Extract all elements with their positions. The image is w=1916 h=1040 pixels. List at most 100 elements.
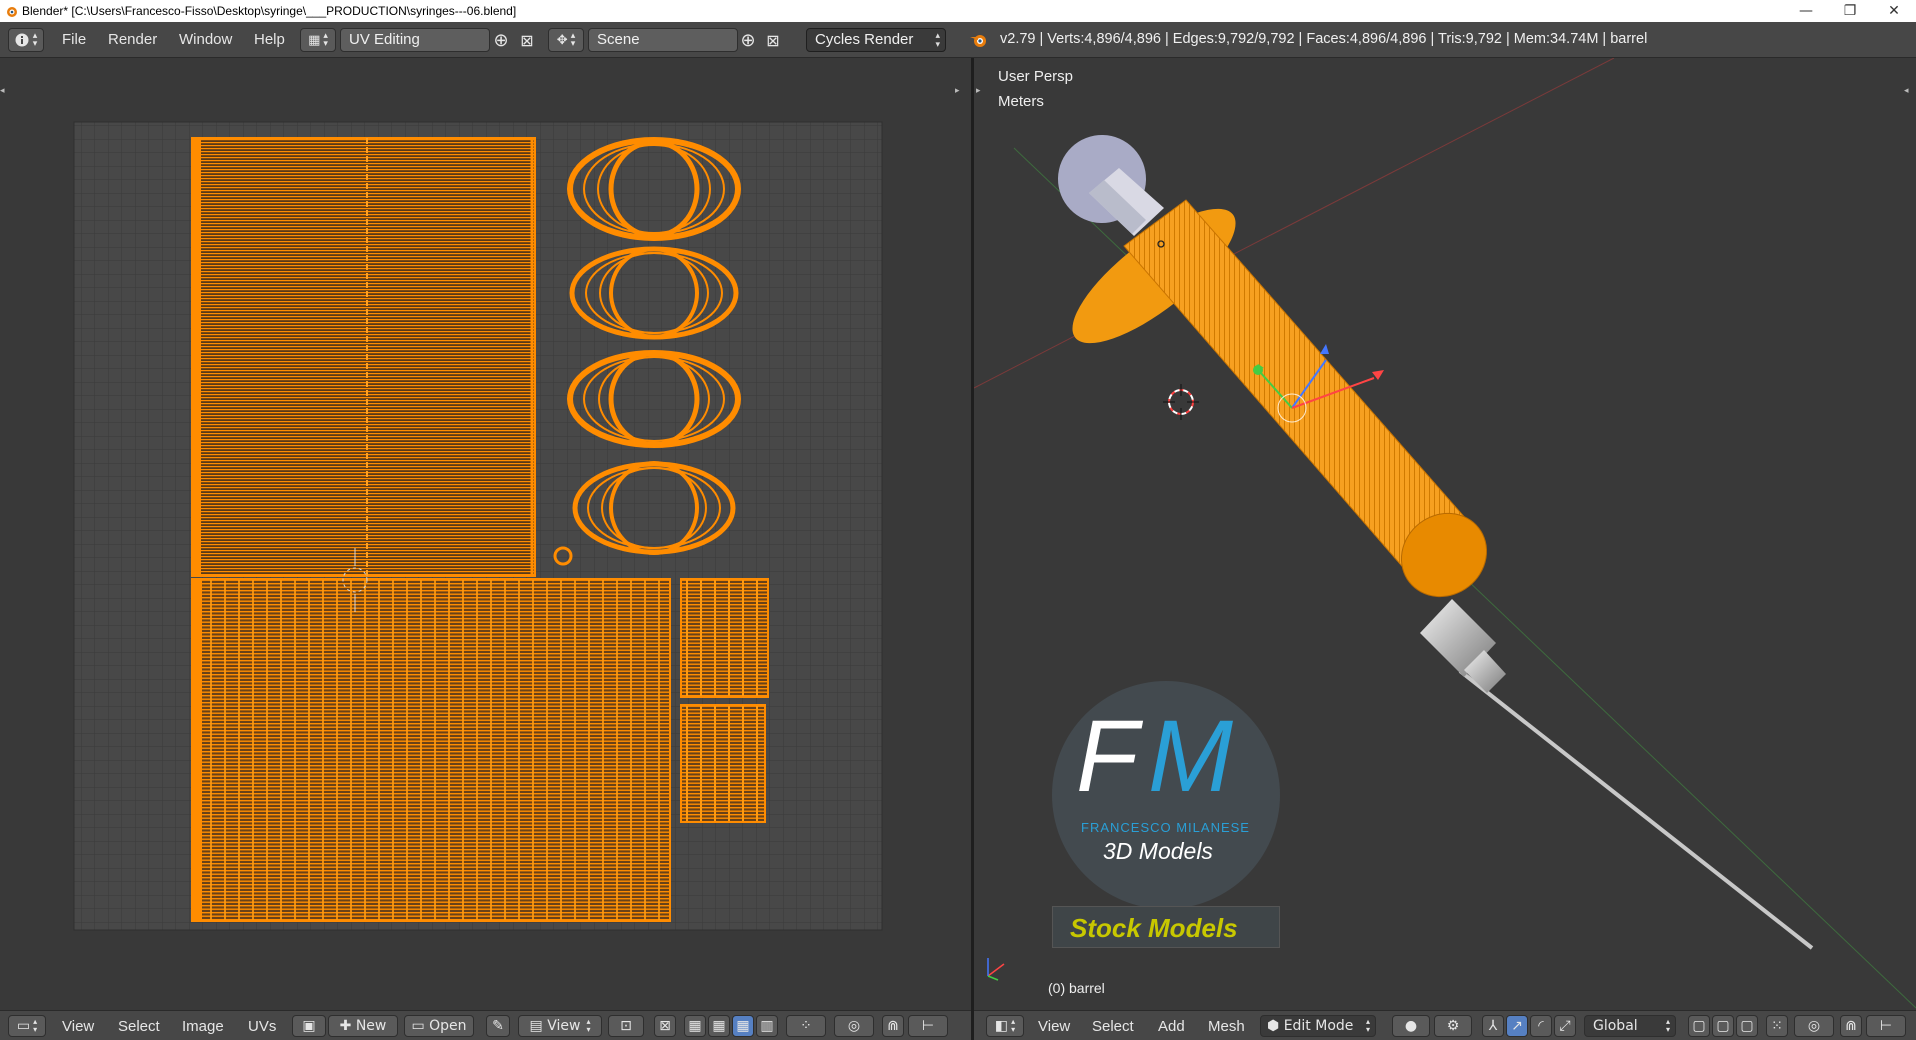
syringe-needle[interactable] <box>1420 599 1814 950</box>
menu-add[interactable]: Add <box>1158 1018 1185 1035</box>
select-island-button[interactable]: ▥ <box>756 1015 778 1037</box>
open-image-label: Open <box>429 1018 467 1034</box>
close-button[interactable]: ✕ <box>1872 0 1916 22</box>
watermark-initial-f: F <box>1076 699 1139 813</box>
menu-image[interactable]: Image <box>182 1018 224 1035</box>
image-icon: ▣ <box>302 1018 316 1034</box>
proportional-edit-dropdown[interactable]: ◎ <box>1794 1015 1834 1037</box>
syringe-plunger[interactable] <box>1051 128 1164 236</box>
uv-canvas[interactable] <box>0 58 971 1010</box>
watermark-name: FRANCESCO MILANESE <box>1081 820 1250 835</box>
3d-view-header: ◧ ▴ ▾ View Select Add Mesh ⬢ Edit Mode ▴ ▾ ●… <box>974 1010 1916 1040</box>
occlude-icon: ⁙ <box>1771 1018 1783 1034</box>
menu-file[interactable]: File <box>62 31 86 48</box>
edit-mode-icon: ⬢ <box>1267 1018 1280 1034</box>
edge-select-icon: ▢ <box>1716 1018 1730 1034</box>
snap-element-dropdown[interactable]: ⊢ <box>1866 1015 1906 1037</box>
select-edge-button[interactable]: ▢ <box>1712 1015 1734 1037</box>
folder-icon: ▭ <box>411 1018 425 1034</box>
snap-button[interactable]: ⋒ <box>882 1015 904 1037</box>
screen-layout-field[interactable]: UV Editing <box>340 28 490 52</box>
scale-icon: ⤢ <box>1559 1018 1571 1034</box>
magnet-icon: ⋒ <box>887 1018 899 1034</box>
menu-select[interactable]: Select <box>1092 1018 1134 1035</box>
new-image-button[interactable]: ✚ New <box>328 1015 398 1037</box>
uv-island-small-1[interactable] <box>680 578 769 698</box>
uv-island-small-2[interactable] <box>680 704 766 823</box>
sticky-selection-dropdown[interactable]: ⁘ <box>786 1015 826 1037</box>
menu-window[interactable]: Window <box>179 31 232 48</box>
menu-view[interactable]: View <box>1038 1018 1070 1035</box>
watermark-initials: F M <box>1076 699 1276 813</box>
delete-scene-icon[interactable]: ⊠ <box>762 28 784 52</box>
select-vertex-button[interactable]: ▦ <box>684 1015 706 1037</box>
sticky-icon: ⁘ <box>800 1018 812 1034</box>
mode-dropdown[interactable]: ⬢ Edit Mode ▴ ▾ <box>1260 1015 1376 1037</box>
sync-selection-button[interactable]: ⊠ <box>654 1015 676 1037</box>
select-face-button[interactable]: ▦ <box>732 1015 754 1037</box>
select-face-button[interactable]: ▢ <box>1736 1015 1758 1037</box>
pin-icon: ✎ <box>492 1018 504 1034</box>
3d-view-icon: ◧ <box>994 1018 1009 1034</box>
minimize-button[interactable]: — <box>1784 0 1828 22</box>
menu-help[interactable]: Help <box>254 31 285 48</box>
info-icon <box>15 33 29 47</box>
face-select-icon: ▦ <box>736 1018 750 1034</box>
transform-orientation-dropdown[interactable]: Global ▴ ▾ <box>1584 1015 1676 1037</box>
edge-select-icon: ▦ <box>712 1018 726 1034</box>
uv-island-barrel-lower[interactable] <box>191 578 671 922</box>
add-scene-icon[interactable]: ⊕ <box>737 28 759 52</box>
manipulator-toggle[interactable]: ⅄ <box>1482 1015 1504 1037</box>
snap-element-icon: ⊢ <box>1879 1018 1893 1034</box>
restore-button[interactable]: ❐ <box>1828 0 1872 22</box>
menu-uvs[interactable]: UVs <box>248 1018 276 1035</box>
3d-viewport[interactable]: ▸ ◂ User Persp Meters F M FRANCESCO MILA… <box>974 58 1916 1010</box>
scene-field[interactable]: Scene <box>588 28 738 52</box>
delete-screen-icon[interactable]: ⊠ <box>516 28 538 52</box>
image-browse-button[interactable]: ▣ <box>292 1015 326 1037</box>
proportional-icon: ◎ <box>1807 1018 1821 1034</box>
proportional-edit-dropdown[interactable]: ◎ <box>834 1015 874 1037</box>
snap-button[interactable]: ⋒ <box>1840 1015 1862 1037</box>
menu-select[interactable]: Select <box>118 1018 160 1035</box>
add-screen-icon[interactable]: ⊕ <box>490 28 512 52</box>
3d-cursor-icon[interactable] <box>1163 384 1199 420</box>
window-title: Blender* [C:\Users\Francesco-Fisso\Deskt… <box>22 4 517 18</box>
menu-render[interactable]: Render <box>108 31 157 48</box>
uv-editor-header: ▭ ▴ ▾ View Select Image UVs ▣ ✚ New ▭ Open… <box>0 1010 971 1040</box>
viewport-shading-dropdown[interactable]: ● <box>1392 1015 1430 1037</box>
rotate-manipulator-button[interactable]: ◜ <box>1530 1015 1552 1037</box>
manipulator-icon: ⅄ <box>1488 1018 1498 1034</box>
watermark-subtitle: 3D Models <box>1103 838 1213 864</box>
pivot-dropdown[interactable]: ⚙ <box>1434 1015 1472 1037</box>
screen-layout-browse-button[interactable]: ▦ ▴ ▾ <box>300 28 336 52</box>
uv-island-barrel-side[interactable] <box>191 137 536 577</box>
view-mode-label: View <box>547 1018 581 1034</box>
translate-manipulator-button[interactable]: ↗ <box>1506 1015 1528 1037</box>
menu-mesh[interactable]: Mesh <box>1208 1018 1245 1035</box>
limit-selection-button[interactable]: ⁙ <box>1766 1015 1788 1037</box>
scene-statistics: v2.79 | Verts:4,896/4,896 | Edges:9,792/… <box>1000 31 1648 47</box>
select-vertex-button[interactable]: ▢ <box>1688 1015 1710 1037</box>
editor-type-button[interactable]: ▴ ▾ <box>8 28 44 52</box>
blender-logo-icon <box>7 7 17 17</box>
select-edge-button[interactable]: ▦ <box>708 1015 730 1037</box>
syringe-barrel[interactable] <box>974 58 1503 614</box>
scale-manipulator-button[interactable]: ⤢ <box>1554 1015 1576 1037</box>
render-engine-dropdown[interactable]: Cycles Render ▴ ▾ <box>806 28 946 52</box>
active-object-label: (0) barrel <box>1048 980 1105 996</box>
scene-browse-button[interactable]: ✥ ▴ ▾ <box>548 28 584 52</box>
editor-type-button[interactable]: ▭ ▴ ▾ <box>8 1015 46 1037</box>
render-engine-label: Cycles Render <box>815 31 914 48</box>
editor-type-button[interactable]: ◧ ▴ ▾ <box>986 1015 1024 1037</box>
uv-image-editor[interactable]: ◂ ▸ <box>0 58 971 1010</box>
menu-view[interactable]: View <box>62 1018 94 1035</box>
vertex-select-icon: ▦ <box>688 1018 702 1034</box>
snap-element-dropdown[interactable]: ⊢ <box>908 1015 948 1037</box>
pivot-dropdown[interactable]: ⊡ <box>608 1015 644 1037</box>
pin-image-button[interactable]: ✎ <box>486 1015 510 1037</box>
open-image-button[interactable]: ▭ Open <box>404 1015 474 1037</box>
image-editor-icon: ▭ <box>16 1018 31 1034</box>
view-mode-dropdown[interactable]: ▤ View ▴ ▾ <box>518 1015 602 1037</box>
window-titlebar: Blender* [C:\Users\Francesco-Fisso\Deskt… <box>0 0 1916 22</box>
